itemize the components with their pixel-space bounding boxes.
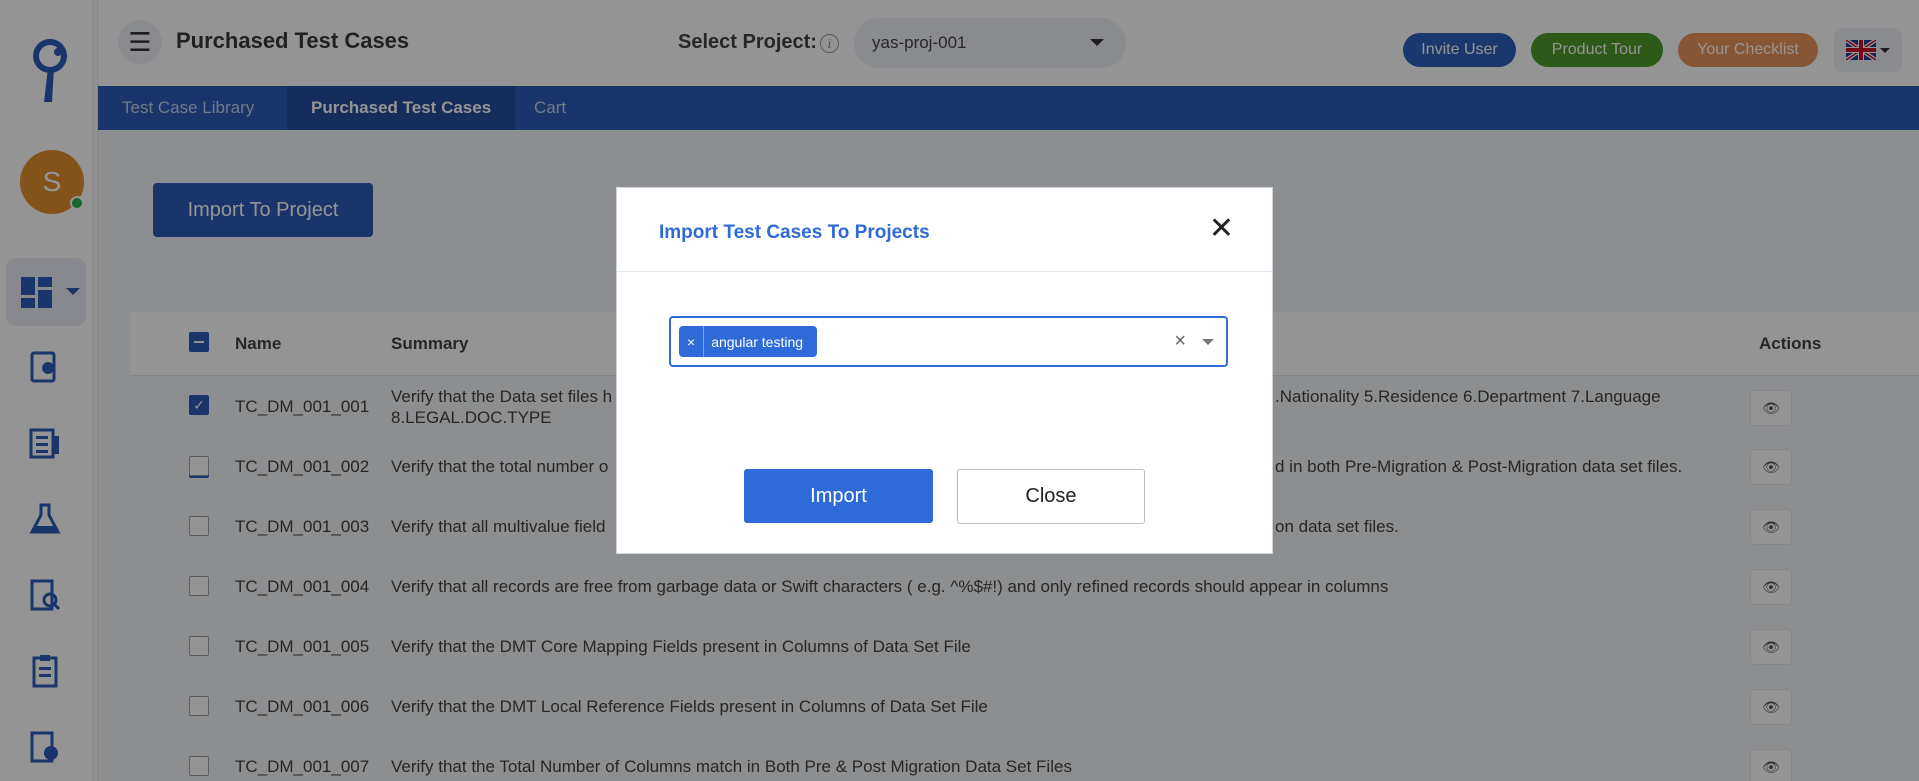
import-button[interactable]: Import (744, 469, 933, 523)
chip-label: angular testing (711, 333, 804, 350)
clear-selection-icon[interactable]: × (1174, 330, 1186, 353)
project-multi-select[interactable]: × angular testing × (669, 316, 1228, 367)
close-icon[interactable]: ✕ (1209, 214, 1234, 244)
import-modal: Import Test Cases To Projects ✕ × angula… (616, 187, 1273, 554)
chevron-down-icon[interactable] (1202, 339, 1214, 345)
chip-remove-icon[interactable]: × (679, 326, 705, 357)
modal-header: Import Test Cases To Projects ✕ (617, 188, 1272, 272)
selected-project-chip: × angular testing (679, 326, 818, 357)
close-button[interactable]: Close (957, 469, 1145, 524)
modal-title: Import Test Cases To Projects (659, 222, 930, 243)
